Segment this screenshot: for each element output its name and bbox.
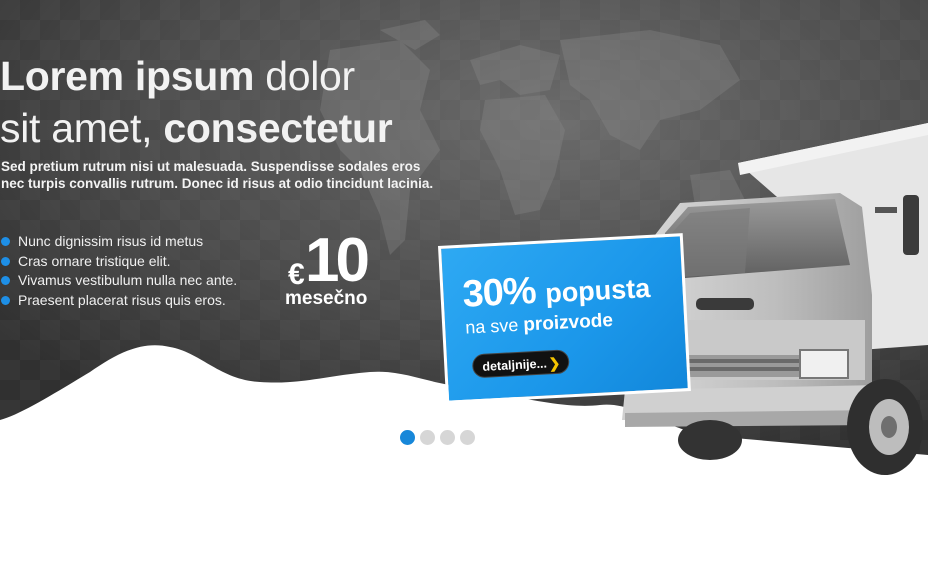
list-item: Vivamus vestibulum nulla nec ante. [0,271,237,291]
feature-list: Nunc dignissim risus id metus Cras ornar… [0,232,237,310]
list-item-label: Nunc dignissim risus id metus [18,233,204,249]
promo-sub-light: na sve [464,314,524,338]
promo-headline: 30% popusta [461,264,651,317]
hero-slider: Lorem ipsum dolor sit amet, consectetur … [0,0,928,480]
headline-light-2: sit amet, [0,105,164,151]
slide-dot-1[interactable] [400,430,415,445]
price-amount: 10 [305,226,370,295]
list-item: Cras ornare tristique elit. [0,252,237,272]
bullet-dot-icon [1,276,10,285]
details-button[interactable]: detaljnije... ❯ [471,349,570,379]
bullet-dot-icon [1,256,10,266]
promo-percent: 30% [461,269,537,316]
bullet-dot-icon [1,295,10,305]
list-item-label: Cras ornare tristique elit. [18,252,171,269]
details-button-label: detaljnije... [482,356,548,374]
headline-bold-2: consectetur [163,105,393,151]
list-item-label: Praesent placerat risus quis eros. [18,291,226,308]
bullet-dot-icon [1,237,10,246]
slider-pagination [400,430,475,445]
list-item-label: Vivamus vestibulum nulla nec ante. [18,272,238,288]
promo-word: popusta [544,272,651,309]
hero-headline: Lorem ipsum dolor sit amet, consectetur [0,50,393,154]
promo-sub-bold: proizvode [522,309,614,336]
chevron-right-icon: ❯ [548,354,561,372]
slide-dot-4[interactable] [460,430,475,445]
headline-light-1: dolor [254,53,355,99]
promo-banner[interactable]: 30% popusta na sve proizvode detaljnije.… [438,233,691,404]
list-item: Nunc dignissim risus id metus [0,232,237,252]
price-currency: € [288,258,305,291]
price-period: mesečno [285,288,368,309]
hero-lead-text: Sed pretium rutrum nisi ut malesuada. Su… [1,159,434,191]
list-item: Praesent placerat risus quis eros. [0,291,237,311]
slide-dot-3[interactable] [440,430,455,445]
headline-bold-1: Lorem ipsum [0,53,255,99]
slide-dot-2[interactable] [420,430,435,445]
